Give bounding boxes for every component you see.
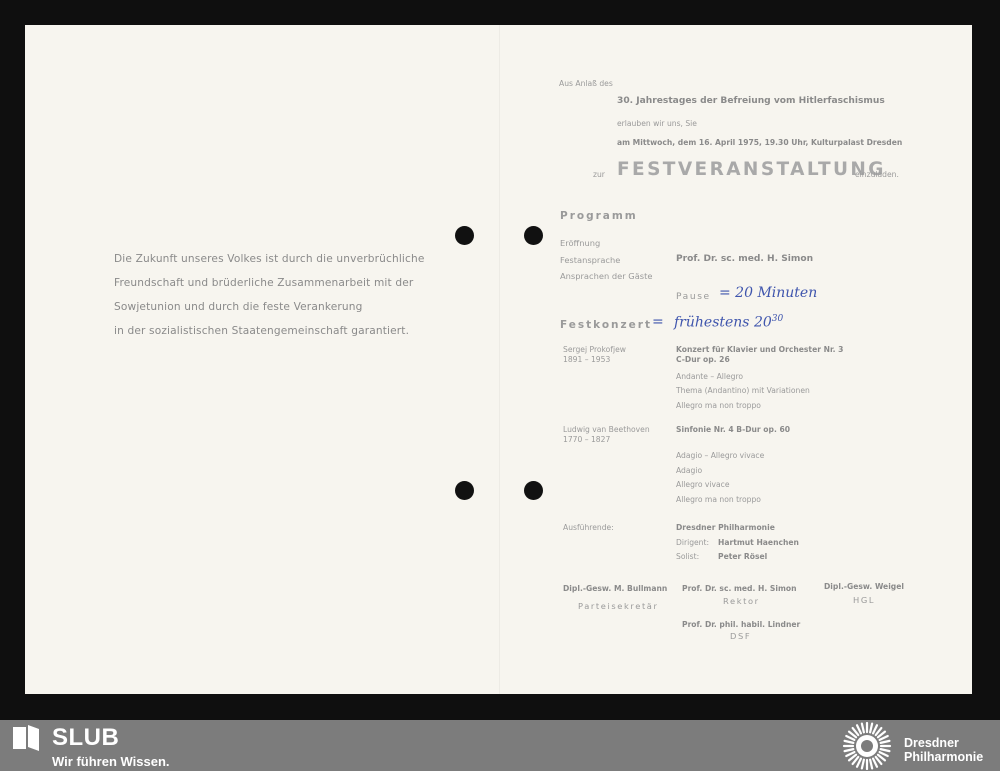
movement: Allegro ma non troppo [676, 401, 761, 410]
movement: Allegro ma non troppo [676, 495, 761, 504]
partner-name-line: Philharmonie [904, 750, 984, 764]
festveranstaltung-title: FESTVERANSTALTUNG [617, 159, 886, 180]
pause-label: Pause [676, 292, 711, 302]
partner-name-line: Dresdner [904, 736, 959, 750]
conductor-name: Hartmut Haenchen [718, 538, 799, 547]
work-title: Konzert für Klavier und Orchester Nr. 3 [676, 345, 844, 354]
zur-text: zur [593, 170, 605, 179]
signatory-name: Prof. Dr. sc. med. H. Simon [682, 584, 797, 593]
handwritten-start-time: frühestens 20 [674, 314, 772, 331]
date-place-text: am Mittwoch, dem 16. April 1975, 19.30 U… [617, 138, 903, 147]
fold-line [499, 25, 500, 694]
partner-name: Dresdner Philharmonie [904, 736, 983, 764]
programm-item: Eröffnung [560, 238, 601, 248]
dedication-line: Die Zukunft unseres Volkes ist durch die… [114, 253, 425, 265]
punch-hole [524, 226, 543, 245]
sunburst-ray [843, 748, 855, 753]
composer-years: 1770 – 1827 [563, 435, 611, 444]
programm-heading: Programm [560, 210, 638, 222]
dedication-line: in der sozialistischen Staatengemeinscha… [114, 325, 410, 337]
dedication-text: Die Zukunft unseres Volkes ist durch die… [114, 247, 454, 343]
movement: Thema (Andantino) mit Variationen [676, 386, 810, 395]
event-title: 30. Jahrestages der Befreiung vom Hitler… [617, 96, 885, 106]
composer-name: Ludwig van Beethoven [563, 425, 650, 434]
composer-name: Sergej Prokofjew [563, 345, 626, 354]
sunburst-ray [871, 757, 879, 768]
movement: Andante – Allegro [676, 372, 744, 381]
invite-text: erlauben wir uns, Sie [617, 119, 697, 128]
soloist-name: Peter Rösel [718, 552, 768, 561]
signatory-role: DSF [730, 631, 752, 641]
orchestra-name: Dresdner Philharmonie [676, 523, 775, 532]
sunburst-ray [845, 750, 856, 758]
book-icon [13, 725, 39, 751]
sunburst-ray [843, 739, 855, 744]
sunburst-ray [869, 758, 874, 770]
performers-label: Ausführende: [563, 523, 614, 532]
composer-years: 1891 – 1953 [563, 355, 611, 364]
signatory-name: Dipl.-Gesw. Weigel [824, 582, 904, 591]
punch-hole [524, 481, 543, 500]
handwritten-start-note: frühestens 2030 [674, 314, 783, 331]
speaker-name: Prof. Dr. sc. med. H. Simon [676, 254, 814, 264]
movement: Allegro vivace [676, 480, 730, 489]
soloist-label: Solist: [676, 552, 700, 561]
handwritten-pause-note: = 20 Minuten [719, 285, 818, 301]
punch-hole [455, 226, 474, 245]
handwritten-start-minutes: 30 [771, 314, 784, 324]
signatory-role: HGL [853, 595, 876, 605]
dedication-line: Freundschaft und brüderliche Zusammenarb… [114, 277, 414, 289]
handwritten-equals: = [652, 314, 664, 330]
slub-tagline: Wir führen Wissen. [52, 754, 170, 769]
work-title: Sinfonie Nr. 4 B-Dur op. 60 [676, 425, 791, 434]
conductor-label: Dirigent: [676, 538, 710, 547]
programm-item: Festansprache [560, 255, 621, 265]
sunburst-ray [871, 724, 879, 735]
signatory-role: Rektor [723, 596, 760, 606]
sunburst-ray [878, 734, 889, 742]
sunburst-ray [845, 734, 856, 742]
work-key: C-Dur op. 26 [676, 355, 730, 364]
signatory-name: Prof. Dr. phil. habil. Lindner [682, 620, 801, 629]
document-sheet: Die Zukunft unseres Volkes ist durch die… [25, 25, 972, 694]
programm-item: Ansprachen der Gäste [560, 271, 653, 281]
signatory-name: Dipl.-Gesw. M. Bullmann [563, 584, 668, 593]
dedication-line: Sowjetunion und durch die feste Veranker… [114, 301, 363, 313]
movement: Adagio [676, 466, 703, 475]
sunburst-ray [855, 757, 863, 768]
movement: Adagio – Allegro vivace [676, 451, 765, 460]
signatory-role: Parteisekretär [578, 601, 659, 611]
sunburst-ray [869, 722, 874, 734]
einzuladen-text: einzuladen. [855, 170, 899, 179]
sunburst-ray [855, 724, 863, 735]
sunburst-ray [878, 750, 889, 758]
punch-hole [455, 481, 474, 500]
occasion-text: Aus Anlaß des [559, 79, 613, 88]
slub-title: SLUB [52, 724, 120, 751]
sunburst-ray [860, 722, 865, 734]
sunburst-ray [879, 739, 891, 744]
sunburst-logo-icon [842, 722, 892, 770]
festkonzert-heading: Festkonzert [560, 319, 652, 331]
sunburst-ray [879, 748, 891, 753]
sunburst-ray [860, 758, 865, 770]
